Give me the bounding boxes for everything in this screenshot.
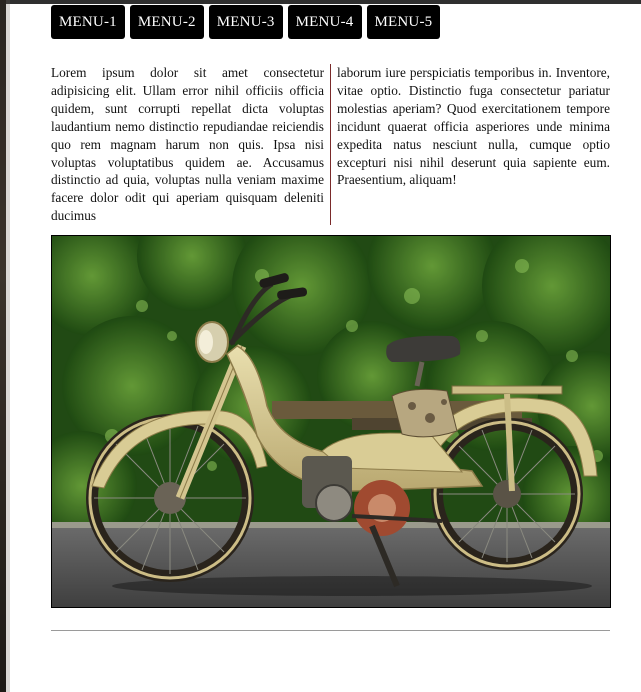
content-divider (51, 630, 610, 631)
moped-illustration (52, 236, 610, 607)
nav-menu-1-button[interactable]: MENU-1 (51, 5, 125, 39)
left-background-shade (6, 0, 10, 692)
nav-menu-4-button[interactable]: MENU-4 (287, 5, 362, 39)
nav-menu-5-button[interactable]: MENU-5 (366, 5, 441, 39)
nav-menu-2-button[interactable]: MENU-2 (129, 5, 204, 39)
article-columns: Lorem ipsum dolor sit amet consectetur a… (51, 64, 611, 226)
nav-menu-3-button[interactable]: MENU-3 (208, 5, 283, 39)
moped-photo (51, 235, 611, 608)
main-nav: MENU-1 MENU-2 MENU-3 MENU-4 MENU-5 (51, 5, 441, 39)
top-bar (0, 0, 641, 4)
page: MENU-1 MENU-2 MENU-3 MENU-4 MENU-5 Lorem… (0, 0, 641, 692)
article-text-right-column: laborum iure perspiciatis temporibus in.… (337, 65, 610, 188)
article-text-left-column: Lorem ipsum dolor sit amet consectetur a… (51, 64, 331, 226)
